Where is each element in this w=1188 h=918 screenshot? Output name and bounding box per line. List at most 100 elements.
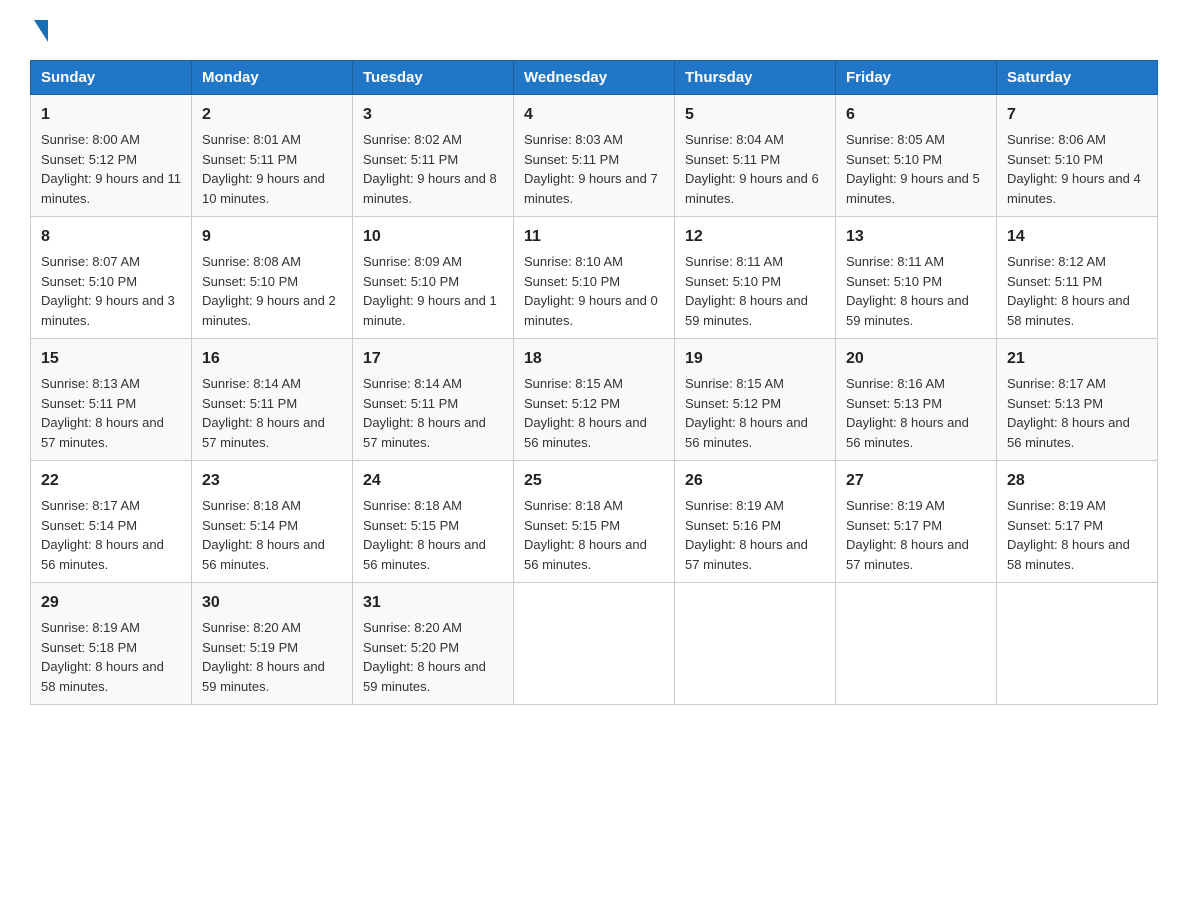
- day-number: 2: [202, 103, 342, 127]
- calendar-cell: 24 Sunrise: 8:18 AMSunset: 5:15 PMDaylig…: [353, 461, 514, 583]
- calendar-week-row: 1 Sunrise: 8:00 AMSunset: 5:12 PMDayligh…: [31, 95, 1158, 217]
- day-number: 14: [1007, 225, 1147, 249]
- calendar-cell: 21 Sunrise: 8:17 AMSunset: 5:13 PMDaylig…: [997, 339, 1158, 461]
- day-number: 8: [41, 225, 181, 249]
- calendar-week-row: 29 Sunrise: 8:19 AMSunset: 5:18 PMDaylig…: [31, 583, 1158, 705]
- calendar-cell: 25 Sunrise: 8:18 AMSunset: 5:15 PMDaylig…: [514, 461, 675, 583]
- day-info: Sunrise: 8:02 AMSunset: 5:11 PMDaylight:…: [363, 132, 497, 206]
- day-info: Sunrise: 8:15 AMSunset: 5:12 PMDaylight:…: [524, 376, 647, 450]
- calendar-cell: 12 Sunrise: 8:11 AMSunset: 5:10 PMDaylig…: [675, 217, 836, 339]
- calendar-cell: 29 Sunrise: 8:19 AMSunset: 5:18 PMDaylig…: [31, 583, 192, 705]
- day-number: 28: [1007, 469, 1147, 493]
- day-number: 26: [685, 469, 825, 493]
- day-number: 30: [202, 591, 342, 615]
- day-info: Sunrise: 8:11 AMSunset: 5:10 PMDaylight:…: [846, 254, 969, 328]
- calendar-cell: 31 Sunrise: 8:20 AMSunset: 5:20 PMDaylig…: [353, 583, 514, 705]
- day-number: 11: [524, 225, 664, 249]
- day-info: Sunrise: 8:01 AMSunset: 5:11 PMDaylight:…: [202, 132, 325, 206]
- calendar-cell: 16 Sunrise: 8:14 AMSunset: 5:11 PMDaylig…: [192, 339, 353, 461]
- day-info: Sunrise: 8:12 AMSunset: 5:11 PMDaylight:…: [1007, 254, 1130, 328]
- day-number: 24: [363, 469, 503, 493]
- calendar-cell: 1 Sunrise: 8:00 AMSunset: 5:12 PMDayligh…: [31, 95, 192, 217]
- day-info: Sunrise: 8:18 AMSunset: 5:14 PMDaylight:…: [202, 498, 325, 572]
- calendar-cell: 7 Sunrise: 8:06 AMSunset: 5:10 PMDayligh…: [997, 95, 1158, 217]
- day-number: 15: [41, 347, 181, 371]
- day-number: 23: [202, 469, 342, 493]
- day-info: Sunrise: 8:04 AMSunset: 5:11 PMDaylight:…: [685, 132, 819, 206]
- calendar-cell: [836, 583, 997, 705]
- calendar-cell: 8 Sunrise: 8:07 AMSunset: 5:10 PMDayligh…: [31, 217, 192, 339]
- day-number: 4: [524, 103, 664, 127]
- day-info: Sunrise: 8:17 AMSunset: 5:14 PMDaylight:…: [41, 498, 164, 572]
- day-number: 31: [363, 591, 503, 615]
- calendar-cell: 14 Sunrise: 8:12 AMSunset: 5:11 PMDaylig…: [997, 217, 1158, 339]
- calendar-cell: 23 Sunrise: 8:18 AMSunset: 5:14 PMDaylig…: [192, 461, 353, 583]
- day-info: Sunrise: 8:09 AMSunset: 5:10 PMDaylight:…: [363, 254, 497, 328]
- day-number: 20: [846, 347, 986, 371]
- day-number: 16: [202, 347, 342, 371]
- day-info: Sunrise: 8:10 AMSunset: 5:10 PMDaylight:…: [524, 254, 658, 328]
- calendar-cell: 2 Sunrise: 8:01 AMSunset: 5:11 PMDayligh…: [192, 95, 353, 217]
- day-info: Sunrise: 8:15 AMSunset: 5:12 PMDaylight:…: [685, 376, 808, 450]
- calendar-cell: 4 Sunrise: 8:03 AMSunset: 5:11 PMDayligh…: [514, 95, 675, 217]
- calendar-cell: 22 Sunrise: 8:17 AMSunset: 5:14 PMDaylig…: [31, 461, 192, 583]
- calendar-cell: 5 Sunrise: 8:04 AMSunset: 5:11 PMDayligh…: [675, 95, 836, 217]
- calendar-cell: 3 Sunrise: 8:02 AMSunset: 5:11 PMDayligh…: [353, 95, 514, 217]
- weekday-header-thursday: Thursday: [675, 61, 836, 95]
- day-number: 22: [41, 469, 181, 493]
- calendar-cell: 30 Sunrise: 8:20 AMSunset: 5:19 PMDaylig…: [192, 583, 353, 705]
- logo-triangle-icon: [34, 20, 48, 42]
- day-info: Sunrise: 8:11 AMSunset: 5:10 PMDaylight:…: [685, 254, 808, 328]
- day-info: Sunrise: 8:18 AMSunset: 5:15 PMDaylight:…: [524, 498, 647, 572]
- calendar-week-row: 22 Sunrise: 8:17 AMSunset: 5:14 PMDaylig…: [31, 461, 1158, 583]
- weekday-header-monday: Monday: [192, 61, 353, 95]
- day-number: 6: [846, 103, 986, 127]
- day-info: Sunrise: 8:03 AMSunset: 5:11 PMDaylight:…: [524, 132, 658, 206]
- day-number: 13: [846, 225, 986, 249]
- day-info: Sunrise: 8:07 AMSunset: 5:10 PMDaylight:…: [41, 254, 175, 328]
- calendar-cell: 9 Sunrise: 8:08 AMSunset: 5:10 PMDayligh…: [192, 217, 353, 339]
- calendar-table: SundayMondayTuesdayWednesdayThursdayFrid…: [30, 60, 1158, 705]
- calendar-cell: 19 Sunrise: 8:15 AMSunset: 5:12 PMDaylig…: [675, 339, 836, 461]
- day-info: Sunrise: 8:18 AMSunset: 5:15 PMDaylight:…: [363, 498, 486, 572]
- day-number: 7: [1007, 103, 1147, 127]
- day-info: Sunrise: 8:14 AMSunset: 5:11 PMDaylight:…: [363, 376, 486, 450]
- calendar-cell: [997, 583, 1158, 705]
- day-number: 25: [524, 469, 664, 493]
- page-header: [30, 20, 1158, 42]
- day-number: 29: [41, 591, 181, 615]
- weekday-header-wednesday: Wednesday: [514, 61, 675, 95]
- calendar-cell: 6 Sunrise: 8:05 AMSunset: 5:10 PMDayligh…: [836, 95, 997, 217]
- day-number: 18: [524, 347, 664, 371]
- day-info: Sunrise: 8:20 AMSunset: 5:20 PMDaylight:…: [363, 620, 486, 694]
- day-number: 27: [846, 469, 986, 493]
- day-number: 12: [685, 225, 825, 249]
- day-number: 10: [363, 225, 503, 249]
- calendar-cell: 17 Sunrise: 8:14 AMSunset: 5:11 PMDaylig…: [353, 339, 514, 461]
- logo: [30, 20, 48, 42]
- day-info: Sunrise: 8:17 AMSunset: 5:13 PMDaylight:…: [1007, 376, 1130, 450]
- day-info: Sunrise: 8:19 AMSunset: 5:18 PMDaylight:…: [41, 620, 164, 694]
- calendar-cell: 15 Sunrise: 8:13 AMSunset: 5:11 PMDaylig…: [31, 339, 192, 461]
- day-info: Sunrise: 8:20 AMSunset: 5:19 PMDaylight:…: [202, 620, 325, 694]
- calendar-cell: 28 Sunrise: 8:19 AMSunset: 5:17 PMDaylig…: [997, 461, 1158, 583]
- day-info: Sunrise: 8:19 AMSunset: 5:17 PMDaylight:…: [1007, 498, 1130, 572]
- day-number: 3: [363, 103, 503, 127]
- weekday-header-tuesday: Tuesday: [353, 61, 514, 95]
- day-number: 21: [1007, 347, 1147, 371]
- day-info: Sunrise: 8:00 AMSunset: 5:12 PMDaylight:…: [41, 132, 181, 206]
- day-number: 17: [363, 347, 503, 371]
- weekday-header-saturday: Saturday: [997, 61, 1158, 95]
- day-number: 19: [685, 347, 825, 371]
- calendar-cell: [675, 583, 836, 705]
- calendar-cell: 20 Sunrise: 8:16 AMSunset: 5:13 PMDaylig…: [836, 339, 997, 461]
- day-number: 5: [685, 103, 825, 127]
- calendar-cell: 18 Sunrise: 8:15 AMSunset: 5:12 PMDaylig…: [514, 339, 675, 461]
- weekday-header-friday: Friday: [836, 61, 997, 95]
- day-number: 1: [41, 103, 181, 127]
- calendar-cell: 26 Sunrise: 8:19 AMSunset: 5:16 PMDaylig…: [675, 461, 836, 583]
- day-info: Sunrise: 8:14 AMSunset: 5:11 PMDaylight:…: [202, 376, 325, 450]
- day-info: Sunrise: 8:19 AMSunset: 5:16 PMDaylight:…: [685, 498, 808, 572]
- calendar-cell: [514, 583, 675, 705]
- day-info: Sunrise: 8:13 AMSunset: 5:11 PMDaylight:…: [41, 376, 164, 450]
